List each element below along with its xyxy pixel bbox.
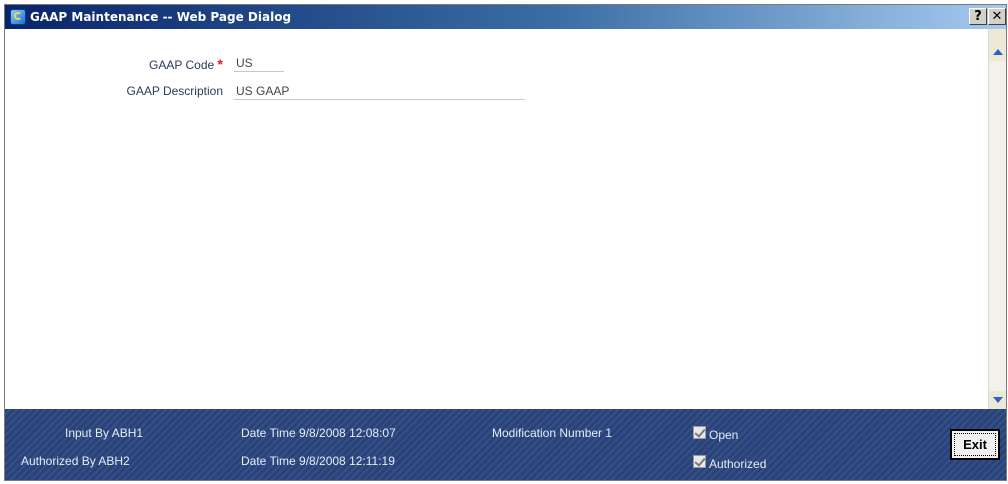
open-checkbox[interactable] (693, 426, 706, 439)
window-title: GAAP Maintenance -- Web Page Dialog (30, 10, 292, 24)
input-by-text: Input By ABH1 (65, 426, 144, 440)
dialog-content: GAAP Code * US GAAP Description US GAAP (5, 29, 989, 411)
scroll-track[interactable] (989, 61, 1006, 391)
gaap-description-field[interactable]: US GAAP (234, 82, 525, 100)
input-datetime-text: Date Time 9/8/2008 12:08:07 (241, 426, 396, 440)
close-button[interactable]: ✕ (988, 8, 1006, 25)
modification-number-text: Modification Number 1 (492, 426, 613, 440)
title-bar[interactable]: GAAP Maintenance -- Web Page Dialog ? ✕ (5, 5, 1006, 29)
required-marker: * (217, 56, 223, 72)
title-buttons: ? ✕ (968, 8, 1006, 25)
audit-footer: Input By ABH1 Date Time 9/8/2008 12:08:0… (5, 409, 1006, 480)
exit-button[interactable]: Exit (950, 429, 1000, 460)
authorized-label: Authorized (709, 457, 767, 471)
auth-datetime-text: Date Time 9/8/2008 12:11:19 (241, 454, 395, 468)
scroll-down-arrow-icon[interactable] (990, 393, 1006, 407)
gaap-code-label: GAAP Code * (23, 56, 223, 72)
scroll-up-arrow-icon[interactable] (990, 45, 1006, 59)
gaap-code-label-text: GAAP Code (149, 58, 215, 72)
dialog-window: GAAP Maintenance -- Web Page Dialog ? ✕ … (4, 4, 1007, 481)
help-button[interactable]: ? (969, 8, 987, 25)
gaap-description-label: GAAP Description (126, 84, 224, 98)
open-label: Open (709, 428, 739, 442)
authorized-checkbox[interactable] (693, 455, 706, 468)
ie-app-icon (10, 9, 26, 25)
gaap-code-field[interactable]: US (234, 54, 284, 72)
vertical-scrollbar[interactable] (988, 29, 1006, 411)
authorized-by-text: Authorized By ABH2 (21, 454, 130, 468)
